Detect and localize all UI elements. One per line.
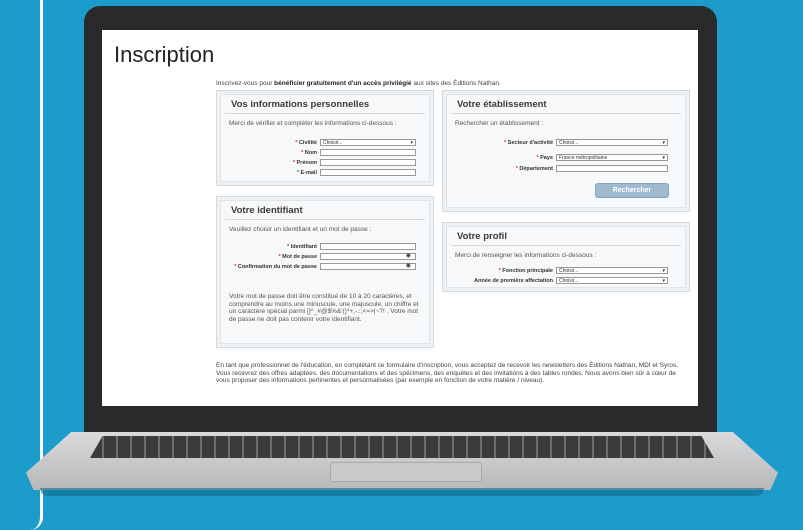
newsletter-consent-text: En tant que professionnel de l'éducation… <box>216 362 679 384</box>
civilite-select[interactable]: Choisir... ▾ <box>320 139 416 146</box>
chevron-down-icon: ▾ <box>662 155 665 161</box>
password-rules-note: Votre mot de passe doit être constitué d… <box>229 293 419 323</box>
intro-text: Inscrivez-vous pour bénéficier gratuitem… <box>216 80 501 87</box>
chevron-down-icon: ▾ <box>662 268 665 274</box>
personal-info-text: Merci de vérifier et compléter les infor… <box>229 120 397 127</box>
email-field[interactable] <box>320 169 416 176</box>
confirm-password-field[interactable]: ◉ <box>320 263 416 270</box>
etablissement-title: Votre établissement <box>451 95 681 114</box>
identifiant-field[interactable] <box>320 243 416 250</box>
identifiant-title: Votre identifiant <box>225 201 425 220</box>
etablissement-panel: Votre établissement Rechercher un établi… <box>442 90 690 212</box>
personal-info-panel: Vos informations personnelles Merci de v… <box>216 90 434 186</box>
identifiant-panel: Votre identifiant Veuillez choisir un id… <box>216 196 434 348</box>
password-field[interactable]: ◉ <box>320 253 416 260</box>
identifiant-text: Veuillez choisir un identifiant et un mo… <box>229 226 372 233</box>
pays-select[interactable]: France métropolitaine ▾ <box>556 154 668 161</box>
etablissement-text: Rechercher un établissement : <box>455 120 544 127</box>
fonction-select[interactable]: Choisir... ▾ <box>556 267 668 274</box>
laptop-keyboard <box>90 436 714 458</box>
page-title: Inscription <box>114 42 215 67</box>
search-button[interactable]: Rechercher <box>595 183 669 198</box>
secteur-select[interactable]: Choisir... ▾ <box>556 139 668 146</box>
decorative-line <box>30 0 43 530</box>
laptop-trackpad <box>330 462 482 482</box>
profil-text: Merci de renseigner les informations ci-… <box>455 252 597 259</box>
profil-title: Votre profil <box>451 227 681 246</box>
laptop-shadow <box>40 488 764 496</box>
nom-field[interactable] <box>320 149 416 156</box>
laptop-screen: Inscription Inscrivez-vous pour bénéfici… <box>102 30 698 406</box>
personal-info-title: Vos informations personnelles <box>225 95 425 114</box>
eye-icon[interactable]: ◉ <box>406 263 411 269</box>
chevron-down-icon: ▾ <box>662 140 665 146</box>
eye-icon[interactable]: ◉ <box>406 253 411 259</box>
prenom-field[interactable] <box>320 159 416 166</box>
chevron-down-icon: ▾ <box>662 278 665 284</box>
profil-panel: Votre profil Merci de renseigner les inf… <box>442 222 690 292</box>
departement-field[interactable] <box>556 165 668 172</box>
annee-select[interactable]: Choisir... ▾ <box>556 277 668 284</box>
chevron-down-icon: ▾ <box>410 140 413 146</box>
